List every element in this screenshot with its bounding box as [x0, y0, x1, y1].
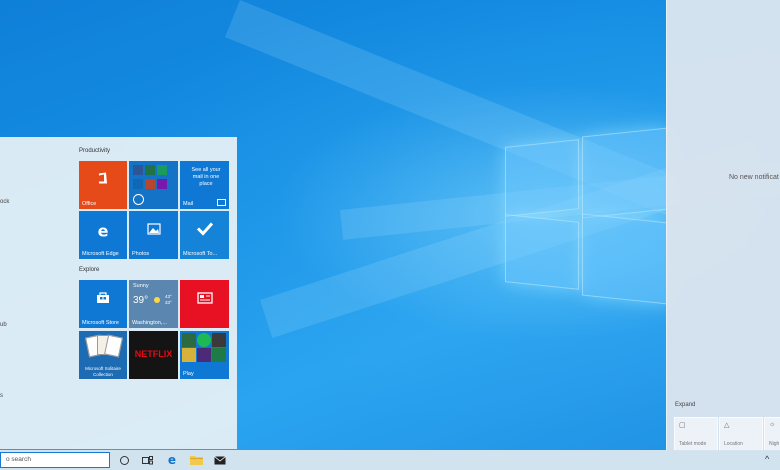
- tile-todo[interactable]: Microsoft To...: [180, 211, 229, 259]
- tile-label: Office: [82, 201, 97, 207]
- file-explorer-icon[interactable]: [189, 453, 203, 467]
- tile-label: Microsoft Edge: [82, 251, 119, 257]
- mail-icon[interactable]: [213, 453, 227, 467]
- tile-office[interactable]: Office: [79, 161, 127, 209]
- windows-logo-pane: [582, 127, 668, 219]
- group-title-productivity[interactable]: Productivity: [79, 148, 110, 154]
- location-icon: △: [724, 422, 730, 429]
- sun-icon: [154, 297, 160, 303]
- powerpoint-icon: [157, 165, 167, 175]
- windows-logo-pane: [505, 214, 579, 290]
- word-icon: [133, 165, 143, 175]
- expand-link[interactable]: Expand: [675, 402, 695, 408]
- search-box[interactable]: o search: [0, 452, 110, 468]
- weather-temp: 39°: [133, 295, 149, 306]
- tile-edge[interactable]: e Microsoft Edge: [79, 211, 127, 259]
- night-light-icon: ☼: [769, 421, 776, 428]
- game-icon: [212, 348, 226, 362]
- task-view-icon[interactable]: [140, 453, 154, 467]
- cortana-icon[interactable]: [117, 453, 131, 467]
- tile-solitaire[interactable]: Microsoft Solitaire Collection: [79, 331, 127, 379]
- store-icon: [96, 291, 110, 309]
- tile-label: Microsoft Solitaire Collection: [85, 366, 121, 377]
- outlook-icon: [133, 179, 143, 189]
- tile-store[interactable]: Microsoft Store: [79, 280, 127, 328]
- action-center: No new notificat Expand ▢ Tablet mode △ …: [666, 0, 780, 451]
- quick-action-label: Location: [724, 441, 743, 447]
- game-icon: [197, 348, 211, 362]
- tile-mail[interactable]: See all your mail in one place Mail: [180, 161, 229, 209]
- news-icon: [196, 291, 213, 309]
- tile-photos[interactable]: Photos: [129, 211, 178, 259]
- edge-icon[interactable]: e: [165, 453, 179, 467]
- quick-action-label: Tablet mode: [679, 441, 707, 447]
- tile-label: Microsoft To...: [183, 251, 218, 257]
- mail-icon: [217, 199, 226, 206]
- tile-office-apps[interactable]: [129, 161, 178, 209]
- cards-icon: [104, 334, 123, 358]
- quick-action-label: Nigh: [769, 441, 780, 447]
- skype-icon: [133, 194, 144, 205]
- weather-hilo: 43° 33°: [165, 294, 172, 305]
- no-notifications-text: No new notificat: [729, 174, 779, 181]
- quick-action-location[interactable]: △ Location: [719, 417, 763, 451]
- game-icon: [182, 348, 196, 362]
- quick-action-tablet-mode[interactable]: ▢ Tablet mode: [674, 417, 718, 451]
- photos-icon: [146, 222, 161, 240]
- group-title-explore[interactable]: Explore: [79, 267, 99, 273]
- netflix-logo: NETFLIX: [134, 349, 173, 359]
- app-list: ock ub s: [0, 137, 14, 449]
- tile-netflix[interactable]: NETFLIX: [129, 331, 178, 379]
- excel-icon: [145, 165, 155, 175]
- tray-chevron-icon[interactable]: ^: [765, 454, 769, 464]
- tile-weather[interactable]: Sunny 39° 43° 33° Washington,...: [129, 280, 178, 328]
- edge-icon: e: [97, 221, 109, 241]
- tile-play[interactable]: Play: [180, 331, 229, 379]
- mail-promo-text: See all your mail in one place: [191, 167, 221, 187]
- game-icon: [212, 333, 226, 347]
- tile-label: Mail: [183, 201, 194, 207]
- app-list-item[interactable]: ub: [0, 322, 7, 328]
- app-list-item[interactable]: ock: [0, 199, 9, 205]
- quick-action-night-light[interactable]: ☼ Nigh: [764, 417, 780, 451]
- start-menu: ock ub s Productivity Office See all you…: [0, 137, 237, 449]
- tile-label: Play: [183, 371, 194, 377]
- publisher-icon: [157, 179, 167, 189]
- windows-logo-pane: [582, 213, 668, 305]
- onenote-icon: [145, 179, 155, 189]
- tile-label: Photos: [132, 251, 150, 257]
- taskbar: o search e ^: [0, 450, 780, 470]
- game-icon: [182, 333, 196, 347]
- office-icon: [96, 172, 110, 191]
- windows-logo-pane: [505, 139, 579, 217]
- tile-news[interactable]: [180, 280, 229, 328]
- weather-condition: Sunny: [133, 283, 149, 289]
- tile-label: Microsoft Store: [82, 320, 119, 326]
- game-icon: [197, 333, 211, 347]
- tile-label: Washington,...: [132, 320, 167, 326]
- app-list-item[interactable]: s: [0, 393, 3, 399]
- tablet-mode-icon: ▢: [679, 422, 686, 429]
- checkmark-icon: [196, 222, 214, 241]
